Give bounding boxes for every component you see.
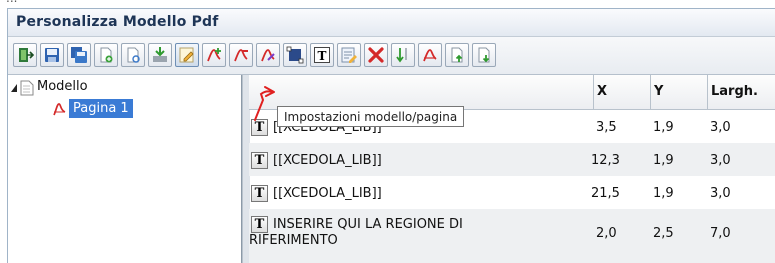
import-button[interactable] (148, 43, 172, 67)
field-x: 2,0 (596, 226, 617, 241)
page-down-icon (478, 47, 490, 63)
field-width: 3,0 (710, 120, 731, 135)
pdf-button[interactable] (418, 43, 442, 67)
collapse-triangle-icon[interactable] (10, 83, 18, 93)
previous-content-fragment: ... (0, 0, 775, 8)
grid-header: X Y Largh. (249, 75, 775, 110)
rectangle-icon (286, 46, 304, 64)
table-row[interactable]: T [[XCEDOLA_LIB]] 12,3 1,9 3,0 (249, 143, 775, 176)
new-page-icon (100, 47, 113, 63)
column-header-y[interactable]: Y (650, 75, 707, 109)
delete-icon (368, 47, 384, 63)
import-icon (153, 47, 167, 62)
field-text: INSERIRE QUI LA REGIONE DI (273, 217, 463, 232)
table-row[interactable]: T INSERIRE QUI LA REGIONE DI RIFERIMENTO… (249, 209, 775, 263)
remove-pdf-field-button[interactable] (229, 43, 253, 67)
edit-text-button[interactable] (337, 43, 361, 67)
document-icon (20, 80, 34, 96)
text-button[interactable]: T (310, 43, 334, 67)
fields-grid: X Y Largh. T [[XCEDOLA_LIB]] 3,5 1,9 3,0… (249, 75, 775, 263)
remove-pdf-field-icon (234, 49, 248, 62)
field-y: 1,9 (653, 120, 674, 135)
window-titlebar: Personalizza Modello Pdf (8, 9, 775, 37)
svg-text:T: T (318, 49, 327, 63)
field-x: 3,5 (596, 120, 617, 135)
tree-item-label: Modello (37, 79, 88, 94)
field-y: 1,9 (653, 153, 674, 168)
page-up-icon (451, 47, 463, 63)
pdf-tool-button[interactable] (256, 43, 280, 67)
pdf-tool-icon (261, 49, 275, 62)
window-title: Personalizza Modello Pdf (16, 14, 219, 30)
field-text: [[XCEDOLA_LIB]] (273, 153, 382, 168)
toolbar: T (8, 37, 775, 75)
edit-text-icon (341, 47, 357, 63)
field-text: [[XCEDOLA_LIB]] (273, 186, 382, 201)
save-as-icon (71, 47, 87, 63)
template-tree: Modello Pagina 1 (8, 75, 242, 263)
column-header-field[interactable] (248, 75, 593, 109)
pdf-page-icon (53, 103, 66, 116)
page-down-button[interactable] (472, 43, 496, 67)
pdf-icon (423, 49, 437, 62)
text-field-icon: T (251, 185, 268, 202)
save-as-button[interactable] (67, 43, 91, 67)
save-button[interactable] (40, 43, 64, 67)
table-row[interactable]: T [[XCEDOLA_LIB]] 21,5 1,9 3,0 (249, 176, 775, 209)
preview-page-button[interactable] (121, 43, 145, 67)
field-y: 2,5 (653, 226, 674, 241)
column-header-x[interactable]: X (593, 75, 650, 109)
template-settings-button[interactable] (175, 43, 199, 67)
field-width: 7,0 (710, 226, 731, 241)
text-field-icon: T (251, 216, 268, 233)
add-pdf-field-icon (207, 48, 221, 62)
sort-down-button[interactable] (391, 43, 415, 67)
new-page-button[interactable] (94, 43, 118, 67)
tree-item-label-selected: Pagina 1 (69, 99, 133, 118)
field-x: 21,5 (591, 186, 620, 201)
field-text-continued: RIFERIMENTO (249, 233, 338, 248)
pdf-template-window: Personalizza Modello Pdf T Modello Pagin… (7, 8, 775, 263)
rectangle-button[interactable] (283, 43, 307, 67)
sort-down-icon (396, 48, 407, 63)
preview-page-icon (127, 47, 140, 63)
field-x: 12,3 (591, 153, 620, 168)
page-up-button[interactable] (445, 43, 469, 67)
exit-button[interactable] (13, 43, 37, 67)
field-y: 1,9 (653, 186, 674, 201)
save-icon (45, 48, 59, 62)
field-width: 3,0 (710, 153, 731, 168)
add-pdf-field-button[interactable] (202, 43, 226, 67)
text-icon: T (314, 47, 330, 63)
tooltip: Impostazioni modello/pagina (277, 106, 465, 127)
column-header-width[interactable]: Largh. (707, 75, 775, 109)
edit-settings-icon (179, 47, 194, 63)
text-field-icon: T (251, 152, 268, 169)
exit-icon (19, 48, 34, 62)
delete-button[interactable] (364, 43, 388, 67)
field-width: 3,0 (710, 186, 731, 201)
